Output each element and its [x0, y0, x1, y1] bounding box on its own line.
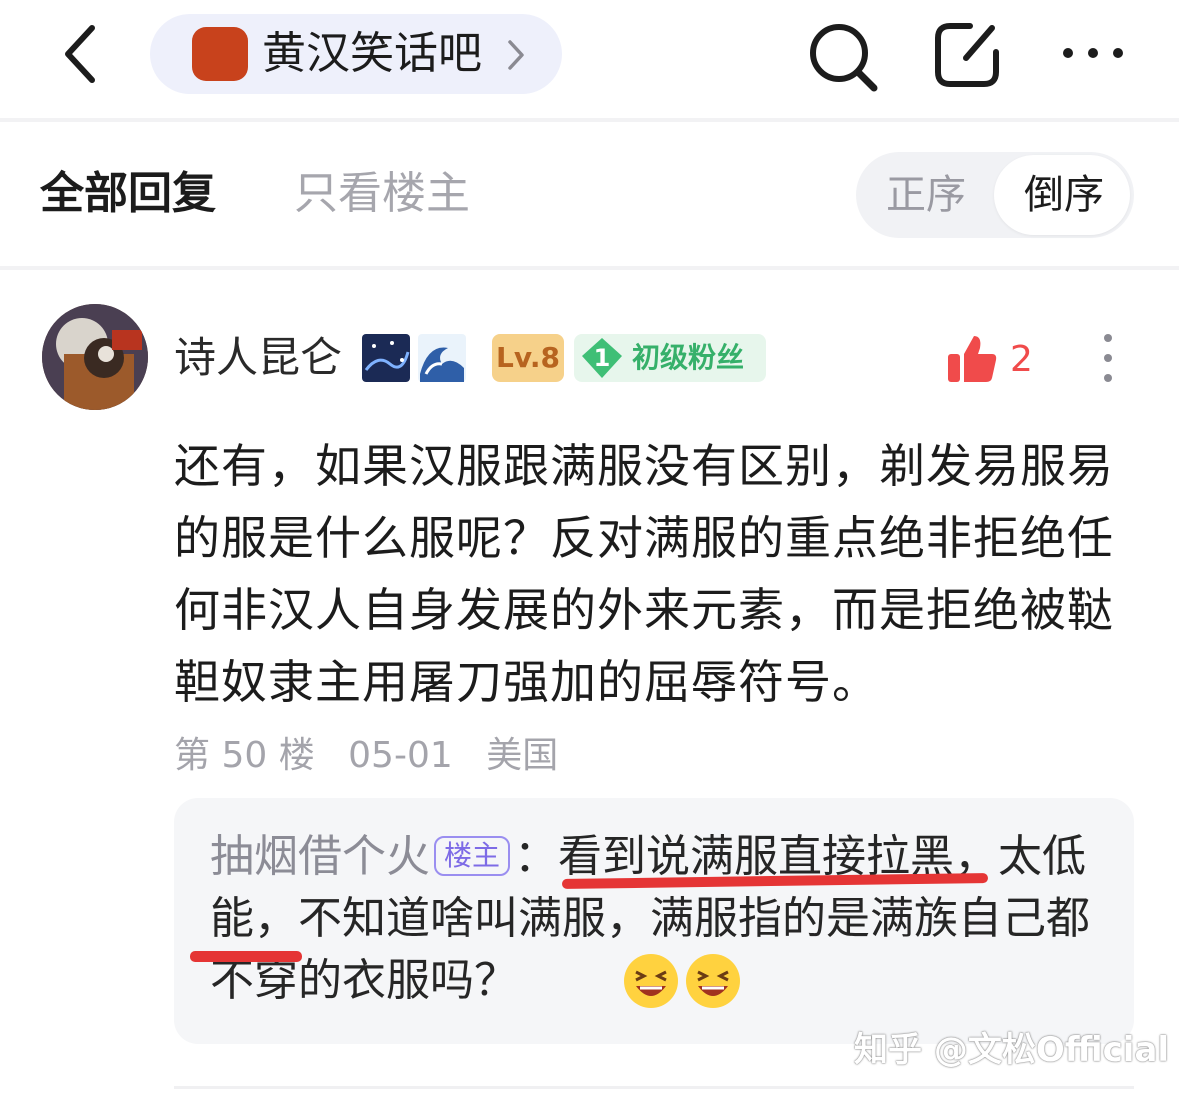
- sort-desc-button[interactable]: 倒序: [994, 155, 1130, 235]
- more-icon[interactable]: [1060, 38, 1126, 68]
- post-location: 美国: [486, 735, 559, 776]
- thumbs-up-icon[interactable]: [946, 334, 998, 384]
- back-arrow-icon[interactable]: [58, 22, 106, 86]
- divider: [0, 266, 1179, 270]
- tab-all-replies[interactable]: 全部回复: [40, 164, 216, 224]
- watermark: 知乎 @文松Official: [854, 1030, 1170, 1070]
- forum-name: 黄汉笑话吧: [262, 28, 482, 79]
- laughing-emoji-icon: [622, 952, 680, 1010]
- sub-reply[interactable]: 抽烟借个火 楼主 ：看到说满服直接拉黑，太低能，不知道啥叫满服，满服指的是满族自己都…: [174, 798, 1134, 1044]
- post-body: 还有，如果汉服跟满服没有区别，剃发易服易的服是什么服呢？反对满服的重点绝非拒绝任…: [174, 439, 1114, 709]
- post-meta: 第 50 楼 05-01 美国: [174, 730, 580, 782]
- annotation-underline: [190, 951, 302, 962]
- compose-icon[interactable]: [930, 18, 1004, 92]
- avatar[interactable]: [42, 304, 148, 410]
- username[interactable]: 诗人昆仑: [174, 330, 342, 386]
- like-count: 2: [1010, 339, 1033, 380]
- forum-avatar: [192, 27, 248, 81]
- fan-badge: 1 初级粉丝: [574, 334, 766, 382]
- reply-colon: ：: [514, 831, 559, 882]
- reply-author[interactable]: 抽烟借个火: [210, 831, 430, 882]
- wave-icon: [418, 334, 466, 382]
- laughing-emoji-icon: [684, 952, 742, 1010]
- fan-title: 初级粉丝: [632, 341, 745, 374]
- op-tag: 楼主: [434, 836, 511, 876]
- level-badge: Lv.8: [492, 334, 564, 382]
- level-text: Lv.8: [496, 341, 560, 374]
- more-options-icon[interactable]: [1098, 332, 1118, 384]
- search-icon[interactable]: [806, 20, 880, 94]
- starry-night-icon: [362, 334, 410, 382]
- sort-desc-label: 倒序: [1024, 172, 1104, 218]
- forum-pill[interactable]: 黄汉笑话吧: [150, 14, 562, 94]
- reply-tabs: 全部回复 只看楼主 正序 倒序: [0, 122, 1179, 266]
- sort-asc-button[interactable]: 正序: [886, 166, 966, 224]
- top-bar: 黄汉笑话吧: [0, 0, 1179, 118]
- floor-number: 第 50 楼: [174, 735, 315, 776]
- chevron-right-icon: [506, 38, 526, 72]
- post-date: 05-01: [348, 735, 453, 776]
- divider: [174, 1086, 1134, 1089]
- fan-level: 1: [593, 344, 611, 372]
- tab-op-only[interactable]: 只看楼主: [294, 164, 470, 224]
- sort-toggle: 正序 倒序: [856, 152, 1134, 238]
